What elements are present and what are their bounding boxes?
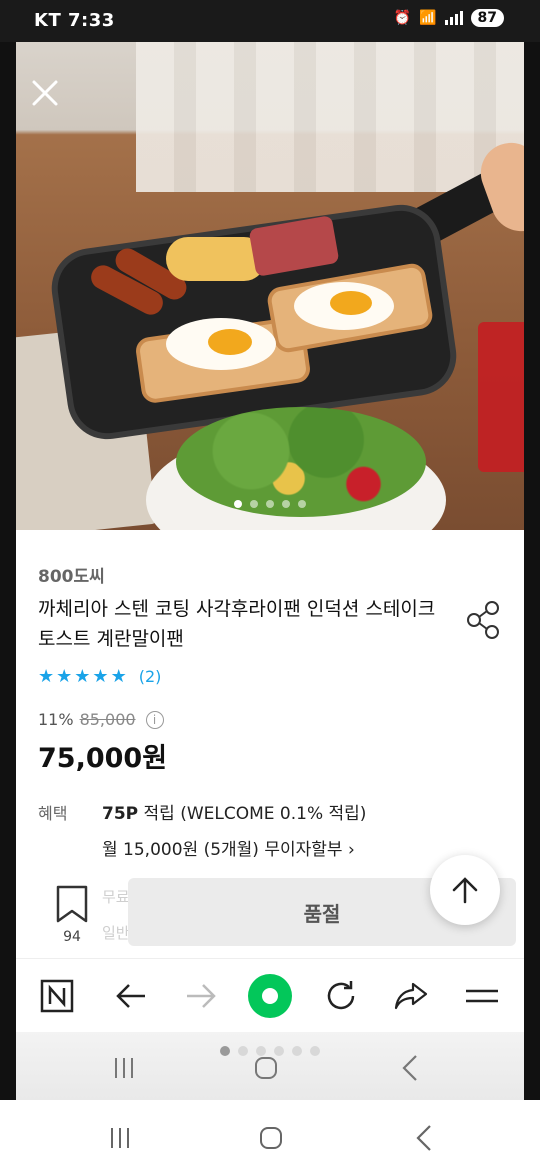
battery-badge: 87 bbox=[470, 9, 504, 27]
drink-glass bbox=[478, 322, 524, 472]
review-count[interactable]: (2) bbox=[139, 667, 162, 686]
arrow-left-icon bbox=[116, 984, 145, 1008]
yolk-1 bbox=[208, 329, 252, 355]
green-dot-icon bbox=[248, 974, 292, 1018]
frame-right bbox=[524, 0, 540, 1100]
bookmark-count: 94 bbox=[63, 929, 81, 945]
star-icon: ★ bbox=[110, 666, 127, 687]
menu-button[interactable] bbox=[459, 973, 505, 1019]
seller-name[interactable]: 800도씨 bbox=[38, 562, 105, 587]
recent-apps-icon[interactable] bbox=[108, 1126, 132, 1150]
share-button[interactable] bbox=[388, 973, 434, 1019]
star-icon: ★ bbox=[74, 666, 91, 687]
bookmark-icon bbox=[56, 885, 88, 923]
menu-icon bbox=[466, 989, 498, 1003]
points-text: 적립 (WELCOME 0.1% 적립) bbox=[138, 804, 367, 824]
sale-price: 75,000원 bbox=[38, 743, 168, 774]
refresh-button[interactable] bbox=[318, 973, 364, 1019]
tab-dot bbox=[292, 1046, 302, 1056]
rating[interactable]: ★ ★ ★ ★ ★ (2) bbox=[38, 666, 161, 687]
pagination-dot[interactable] bbox=[282, 500, 290, 508]
benefit-label: 혜택 bbox=[38, 804, 68, 823]
original-price: 85,000 bbox=[79, 710, 136, 729]
back-nav-icon[interactable] bbox=[414, 1124, 434, 1152]
bookmark-button[interactable]: 94 bbox=[40, 885, 104, 955]
star-icon: ★ bbox=[38, 666, 55, 687]
back-button[interactable] bbox=[108, 973, 154, 1019]
scroll-top-button[interactable] bbox=[430, 855, 500, 925]
screen: KT 7:33 ⏰ 📶 87 800도씨 까체리아 스텐 코팅 사각후라이팬 인… bbox=[0, 0, 540, 1170]
pagination-dot[interactable] bbox=[234, 500, 242, 508]
frame-left bbox=[0, 0, 16, 1100]
tab-indicator bbox=[16, 1040, 524, 1062]
tab-dot bbox=[274, 1046, 284, 1056]
points-amount: 75P bbox=[102, 804, 139, 824]
share-arrow-icon bbox=[394, 982, 428, 1010]
info-icon[interactable]: i bbox=[145, 710, 164, 729]
yolk-2 bbox=[330, 291, 372, 315]
naver-icon bbox=[40, 979, 74, 1013]
arrow-up-icon bbox=[452, 877, 478, 904]
pagination-dot[interactable] bbox=[250, 500, 258, 508]
tab-dot bbox=[256, 1046, 266, 1056]
home-icon[interactable] bbox=[259, 1126, 283, 1150]
system-navigation-bar bbox=[0, 1100, 540, 1170]
discount-rate: 11% bbox=[38, 710, 74, 729]
star-icon: ★ bbox=[56, 666, 73, 687]
image-pagination bbox=[0, 500, 540, 508]
browser-toolbar bbox=[16, 958, 524, 1032]
refresh-icon bbox=[327, 981, 355, 1010]
star-icon: ★ bbox=[92, 666, 109, 687]
tab-dot bbox=[310, 1046, 320, 1056]
product-title: 까체리아 스텐 코팅 사각후라이팬 인덕션 스테이크 토스트 계란말이팬 bbox=[38, 598, 436, 650]
product-image[interactable] bbox=[16, 42, 524, 530]
carrier-label: KT bbox=[34, 10, 62, 31]
status-icons: ⏰ 📶 87 bbox=[394, 9, 504, 27]
status-bar: KT 7:33 ⏰ 📶 87 bbox=[0, 0, 540, 42]
signal-icon bbox=[444, 11, 463, 25]
close-icon[interactable] bbox=[30, 78, 60, 108]
status-time: KT 7:33 bbox=[34, 10, 115, 31]
clock: 7:33 bbox=[68, 10, 115, 31]
share-icon[interactable] bbox=[466, 600, 502, 640]
naver-home-button[interactable] bbox=[34, 973, 80, 1019]
alarm-icon: ⏰ bbox=[393, 10, 412, 26]
pagination-dot[interactable] bbox=[266, 500, 274, 508]
pagination-dot[interactable] bbox=[298, 500, 306, 508]
tab-dot bbox=[238, 1046, 248, 1056]
forward-button[interactable] bbox=[178, 973, 224, 1019]
benefit-points: 75P 적립 (WELCOME 0.1% 적립) bbox=[102, 799, 366, 824]
installment-link[interactable]: 월 15,000원 (5개월) 무이자할부 › bbox=[102, 835, 355, 860]
discount-row: 11% 85,000 i bbox=[38, 710, 164, 729]
background-curtain bbox=[136, 42, 524, 192]
tab-dot bbox=[220, 1046, 230, 1056]
arrow-right-icon bbox=[187, 984, 216, 1008]
green-dot-button[interactable] bbox=[247, 973, 293, 1019]
wifi-icon: 📶 bbox=[419, 10, 437, 26]
